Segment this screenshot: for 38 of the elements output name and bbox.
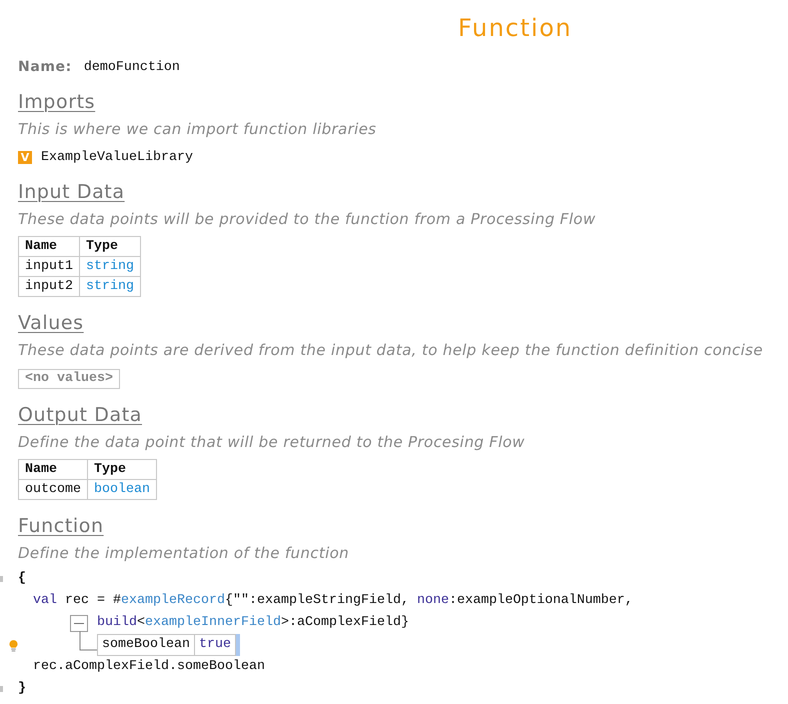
collapse-icon[interactable]	[70, 614, 88, 632]
section-heading: Output Data	[18, 403, 142, 427]
table-cell: input1	[18, 256, 80, 276]
name-label: Name:	[18, 59, 72, 75]
empty-values-label: <no values>	[18, 369, 120, 389]
code-line: {	[18, 570, 26, 588]
section-description: This is where we can import function libraries	[18, 119, 376, 139]
fold-marker-icon	[0, 576, 3, 582]
column-header: Type	[80, 236, 140, 256]
code-line: val rec = #exampleRecord{"":exampleStringField, none:exampleOptionalNumber,	[33, 592, 633, 610]
column-header: Name	[18, 460, 88, 480]
code-line: build<exampleInnerField>:aComplexField}	[97, 614, 409, 632]
section-description: These data points are derived from the input data, to help keep the function definition concise	[18, 340, 763, 360]
column-header: Type	[88, 460, 156, 480]
page-title: Function	[458, 13, 572, 42]
field-cell-text: someBoolean	[101, 636, 191, 654]
function-name: demoFunction	[84, 60, 180, 74]
table-cell: outcome	[18, 480, 88, 500]
library-badge: V	[18, 150, 32, 164]
field-cell: true	[194, 635, 235, 655]
section-description: These data points will be provided to the function from a Processing Flow	[18, 209, 596, 229]
section-heading: Imports	[18, 90, 96, 114]
tree-connector	[79, 631, 97, 651]
table-cell: string	[80, 256, 140, 276]
section-heading: Function	[18, 514, 104, 538]
section-heading: Values	[18, 311, 84, 335]
section-description: Define the implementation of the function	[18, 543, 349, 563]
section-description: Define the data point that will be returned to the Procesing Flow	[18, 432, 525, 452]
section-heading: Input Data	[18, 180, 125, 204]
table-cell: boolean	[88, 480, 156, 500]
fold-marker-icon	[0, 686, 3, 692]
library-name: ExampleValueLibrary	[41, 150, 193, 164]
lightbulb-icon[interactable]	[9, 638, 18, 652]
table-cell: string	[80, 276, 140, 296]
code-line: }	[18, 680, 26, 698]
code-line: rec.aComplexField.someBoolean	[33, 658, 265, 676]
column-header: Name	[18, 236, 80, 256]
table-cell: input2	[18, 276, 80, 296]
